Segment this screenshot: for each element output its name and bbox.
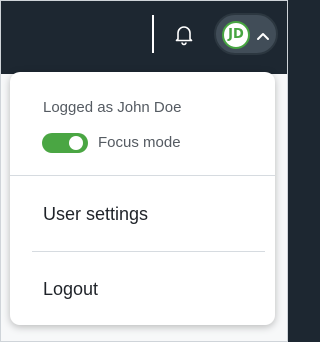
window-frame <box>0 0 288 342</box>
